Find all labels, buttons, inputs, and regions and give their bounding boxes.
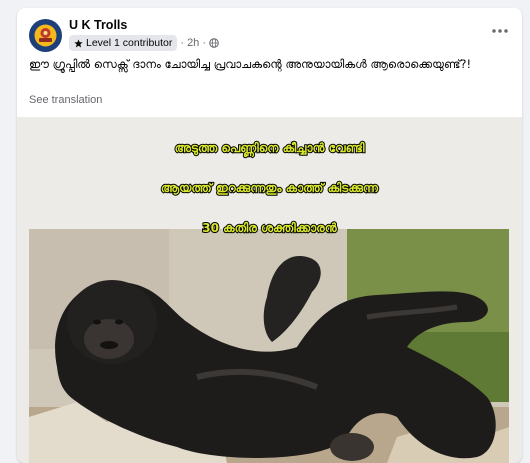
more-options-button[interactable] [488,22,512,40]
chimpanzee-photo [17,117,522,463]
meta-separator: · [202,37,206,49]
see-translation-link[interactable]: See translation [29,94,102,106]
post-text: ഈ ഗ്രൂപ്പിൽ സെക്സ് ദാനം ചോയിച്ച പ്രവാചകന… [29,57,472,71]
meme-line-2: ആയത്ത് ഇറക്കുന്നതും കാത്ത് കിടക്കുന്ന ആയ… [17,180,522,196]
meta-separator: · [180,37,185,49]
post-card: U K Trolls Level 1 contributor · 2h · ഈ … [17,8,522,463]
meme-line-3-text: 30 കതിര ശക്തിക്കാരൻ [202,221,337,235]
contributor-badge[interactable]: Level 1 contributor [69,35,178,51]
meme-line-1: അടുത്ത പെണ്ണിനെ കീച്ചാൻ വേണ്ടി അടുത്ത പെ… [17,140,522,156]
globe-icon[interactable] [209,38,219,48]
meme-line-3: 30 കതിര ശക്തിക്കാരൻ 30 കതിര ശക്തിക്കാരൻ [17,220,522,236]
meme-line-2-text: ആയത്ത് ഇറക്കുന്നതും കാത്ത് കിടക്കുന്ന [160,181,379,195]
author-name[interactable]: U K Trolls [69,18,127,32]
badge-label: Level 1 contributor [86,37,173,49]
group-avatar[interactable] [29,19,62,52]
post-time[interactable]: 2h [187,37,199,49]
post-meta: Level 1 contributor · 2h · [69,35,219,51]
meme-line-1-text: അടുത്ത പെണ്ണിനെ കീച്ചാൻ വേണ്ടി [174,141,365,155]
more-options-icon [492,29,508,33]
star-badge-icon [74,38,83,47]
group-logo-icon [29,19,62,52]
post-image[interactable]: അടുത്ത പെണ്ണിനെ കീച്ചാൻ വേണ്ടി അടുത്ത പെ… [17,117,522,463]
